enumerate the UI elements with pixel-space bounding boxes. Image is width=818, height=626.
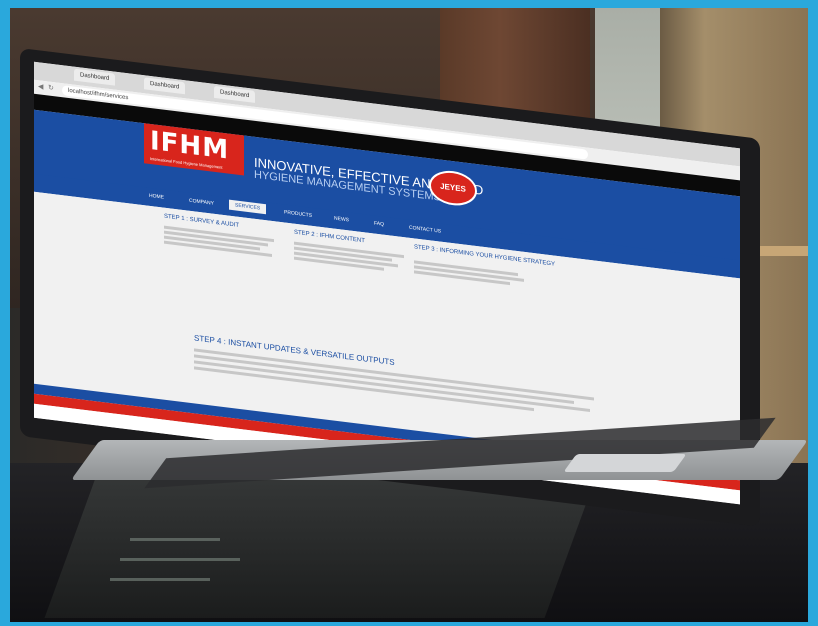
browser-tab[interactable]: Dashboard (74, 68, 116, 86)
photo: Dashboard Dashboard Dashboard ◀ ↻ localh… (10, 8, 808, 622)
back-icon[interactable]: ◀ (38, 83, 46, 92)
nav-item-news[interactable]: NEWS (334, 216, 349, 224)
nav-item-home[interactable]: HOME (149, 193, 164, 201)
browser-tab[interactable]: Dashboard (214, 85, 256, 103)
browser-tab[interactable]: Dashboard (144, 77, 186, 95)
reflection-line (120, 558, 240, 561)
screen-reflection (44, 478, 596, 618)
nav-item-products[interactable]: PRODUCTS (284, 209, 312, 218)
laptop-trackpad (563, 454, 687, 472)
nav-item-company[interactable]: COMPANY (189, 198, 214, 207)
reflection-line (130, 538, 220, 541)
nav-item-faq[interactable]: FAQ (374, 220, 384, 227)
reflection-line (110, 578, 210, 581)
nav-item-services[interactable]: SERVICES (229, 199, 267, 215)
nav-item-contact[interactable]: CONTACT US (409, 225, 441, 235)
reload-icon[interactable]: ↻ (48, 84, 56, 93)
